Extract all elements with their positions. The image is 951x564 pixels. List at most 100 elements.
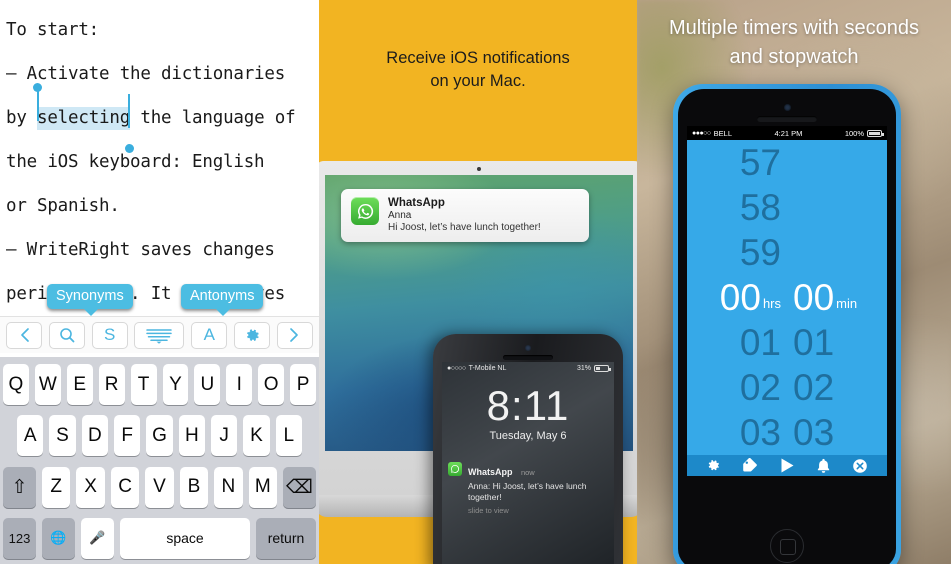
macbook-camera-icon	[477, 167, 481, 171]
notification-app-name: WhatsApp	[388, 197, 445, 209]
key-k[interactable]: K	[243, 415, 270, 457]
key-b[interactable]: B	[179, 466, 209, 508]
return-key[interactable]: return	[256, 517, 316, 559]
picker-row[interactable]	[787, 185, 887, 230]
next-button[interactable]	[276, 321, 313, 349]
key-j[interactable]: J	[210, 415, 238, 457]
key-o[interactable]: O	[258, 364, 285, 405]
iphone-camera-icon	[525, 345, 531, 351]
timer-settings-button[interactable]	[706, 458, 721, 473]
picker-row[interactable]: 57	[687, 140, 787, 185]
iphone-lock-screen[interactable]: ●○○○○ T-Mobile NL 31% 8:11 Tuesday, May …	[442, 362, 614, 564]
tooltip-synonyms[interactable]: Synonyms	[47, 284, 133, 316]
key-r[interactable]: R	[98, 364, 125, 405]
key-y[interactable]: Y	[162, 364, 189, 405]
selection-handle-start[interactable]	[33, 83, 43, 92]
shift-key[interactable]: ⇧	[3, 466, 37, 508]
key-v[interactable]: V	[145, 466, 174, 508]
carrier-name: T-Mobile NL	[468, 365, 507, 372]
hours-unit-label: hrs	[762, 296, 781, 311]
picker-row[interactable]	[787, 230, 887, 275]
picker-row[interactable]: 03	[687, 410, 787, 455]
numbers-key[interactable]: 123	[3, 517, 36, 559]
doc-line: – Activate the dictionaries	[6, 64, 286, 84]
key-h[interactable]: H	[178, 415, 205, 457]
timer-start-button[interactable]	[779, 457, 795, 474]
search-icon	[60, 328, 75, 343]
dictation-key[interactable]: 🎤	[81, 517, 114, 559]
key-m[interactable]: M	[248, 466, 277, 508]
status-bar-time: 4:21 PM	[774, 128, 803, 138]
settings-button[interactable]	[234, 321, 271, 349]
gear-icon	[708, 459, 719, 471]
home-button[interactable]	[770, 529, 804, 563]
picker-row[interactable]: 02	[787, 365, 887, 410]
timer-cancel-button[interactable]	[852, 458, 868, 474]
selection-wrapper[interactable]: selecting	[33, 83, 135, 153]
picker-row[interactable]: 02	[687, 365, 787, 410]
timer-label-button[interactable]	[742, 458, 758, 473]
key-f[interactable]: F	[114, 415, 141, 457]
selection-handle-end[interactable]	[125, 144, 135, 153]
picker-row-selected[interactable]: 00 hrs	[687, 275, 787, 320]
key-x[interactable]: X	[76, 466, 105, 508]
bell-icon	[817, 458, 830, 473]
picker-row-selected[interactable]: 00 min	[787, 275, 887, 320]
lines-button[interactable]	[134, 321, 185, 349]
lock-screen-notification[interactable]: WhatsApp now Anna: Hi Joost, let’s have …	[448, 462, 608, 515]
picker-row[interactable]: 03	[787, 410, 887, 455]
key-p[interactable]: P	[290, 364, 317, 405]
tag-icon	[742, 458, 757, 472]
key-l[interactable]: L	[275, 415, 302, 457]
key-e[interactable]: E	[66, 364, 93, 405]
doc-line: or Spanish.	[6, 196, 120, 216]
notification-timestamp: now	[520, 468, 535, 477]
tooltip-antonyms[interactable]: Antonyms	[181, 284, 264, 316]
picker-row[interactable]: 01	[787, 320, 887, 365]
key-w[interactable]: W	[34, 364, 61, 405]
picker-row[interactable]: 01	[687, 320, 787, 365]
timer-picker[interactable]: 57 58 59 00 hrs 01 02 03 00 min 01 02 03	[687, 140, 887, 455]
synonyms-button[interactable]: S	[91, 321, 128, 349]
timer-screen: 57 58 59 00 hrs 01 02 03 00 min 01 02 03	[687, 140, 887, 476]
key-s[interactable]: S	[49, 415, 76, 457]
key-n[interactable]: N	[214, 466, 243, 508]
slide-to-view-hint[interactable]: slide to view	[468, 506, 608, 515]
minutes-picker-column[interactable]: 00 min 01 02 03	[787, 140, 887, 455]
ios-keyboard[interactable]: Q W E R T Y U I O P A S D F G H J K L ⇧ …	[0, 357, 319, 564]
key-q[interactable]: Q	[2, 364, 29, 405]
whatsapp-glyph-icon	[357, 203, 373, 219]
right-headline-line1: Multiple timers with seconds	[668, 17, 920, 39]
previous-button[interactable]	[6, 321, 42, 349]
picker-row[interactable]: 58	[687, 185, 787, 230]
doc-line: – WriteRight saves changes	[6, 240, 275, 260]
key-d[interactable]: D	[81, 415, 108, 457]
key-g[interactable]: G	[146, 415, 173, 457]
backspace-key[interactable]: ⌫	[282, 466, 316, 508]
mac-notification-banner[interactable]: WhatsApp Anna Hi Joost, let’s have lunch…	[341, 189, 589, 242]
timer-alarm-button[interactable]	[816, 458, 831, 474]
picker-row[interactable]	[787, 140, 887, 185]
antonyms-button[interactable]: A	[191, 321, 228, 349]
search-button[interactable]	[48, 321, 85, 349]
key-z[interactable]: Z	[42, 466, 71, 508]
selected-word[interactable]: selecting	[37, 107, 130, 130]
key-c[interactable]: C	[110, 466, 140, 508]
doc-line: To start:	[6, 20, 100, 40]
hours-picker-column[interactable]: 57 58 59 00 hrs 01 02 03	[687, 140, 787, 455]
key-a[interactable]: A	[17, 415, 44, 457]
keyboard-row-2: A S D F G H J K L	[3, 415, 316, 457]
globe-key[interactable]: 🌐	[42, 517, 75, 559]
key-i[interactable]: I	[226, 364, 253, 405]
key-t[interactable]: T	[130, 364, 157, 405]
picker-row[interactable]: 59	[687, 230, 787, 275]
key-u[interactable]: U	[194, 364, 221, 405]
chevron-right-icon	[290, 328, 299, 342]
screenshot-stage: To start: – Activate the dictionaries by…	[0, 0, 951, 564]
iphone-5c-body: ●●●○○ BELL 4:21 PM 100% 57 58 59 00 hrs …	[678, 89, 896, 564]
play-icon	[781, 458, 794, 473]
panel-mac-notifications: Receive iOS notifications on your Mac. W…	[319, 0, 637, 564]
text-after-selection: the language of	[130, 108, 296, 128]
panel-timer-app: Multiple timers with seconds and stopwat…	[637, 0, 951, 564]
space-key[interactable]: space	[120, 517, 250, 559]
